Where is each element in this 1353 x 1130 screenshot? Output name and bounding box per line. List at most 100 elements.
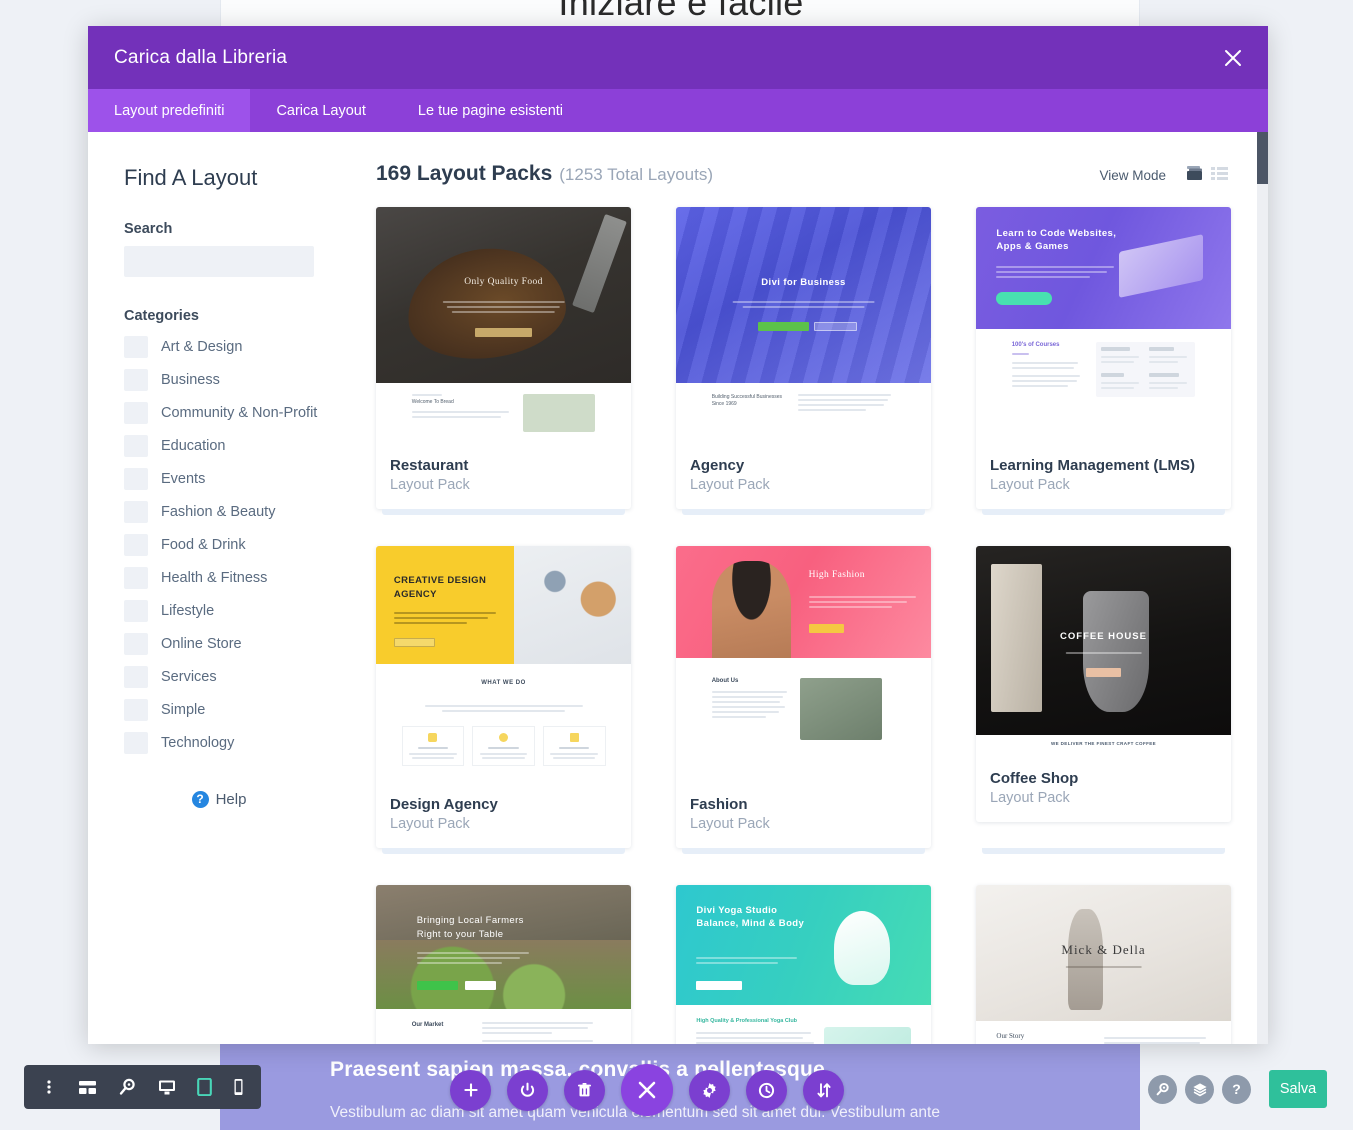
card-meta: Fashion Layout Pack xyxy=(676,784,931,848)
card-thumbnail: Divi Yoga Studio Balance, Mind & Body xyxy=(676,884,931,1005)
category-lifestyle[interactable]: Lifestyle xyxy=(124,594,370,627)
category-community-non-profit[interactable]: Community & Non-Profit xyxy=(124,396,370,429)
layout-pack-card-lms[interactable]: Learn to Code Websites, Apps & Games 100… xyxy=(976,206,1231,509)
card-stack-shadow xyxy=(982,847,1225,854)
save-button[interactable]: Salva xyxy=(1269,1070,1327,1108)
phone-view-icon[interactable] xyxy=(233,1078,244,1096)
category-business[interactable]: Business xyxy=(124,363,370,396)
close-builder-button[interactable] xyxy=(621,1064,673,1116)
category-education[interactable]: Education xyxy=(124,429,370,462)
card-thumbnail: Only Quality Food xyxy=(376,206,631,383)
category-fashion-beauty[interactable]: Fashion & Beauty xyxy=(124,495,370,528)
layout-pack-card-wrap: High Fashion About Us Fashion Layout Pac… xyxy=(676,545,931,854)
thumb-title: High Fashion xyxy=(808,570,865,581)
checkbox[interactable] xyxy=(124,566,148,589)
tab-carica-layout[interactable]: Carica Layout xyxy=(250,89,391,132)
desktop-view-icon[interactable] xyxy=(158,1079,176,1096)
more-options-icon[interactable] xyxy=(41,1079,57,1095)
search-input[interactable] xyxy=(124,246,314,277)
card-subtitle: Layout Pack xyxy=(990,476,1070,493)
category-label: Technology xyxy=(161,734,235,751)
category-food-drink[interactable]: Food & Drink xyxy=(124,528,370,561)
thumb-title: Divi Yoga Studio Balance, Mind & Body xyxy=(696,904,805,930)
category-label: Community & Non-Profit xyxy=(161,404,318,421)
category-online-store[interactable]: Online Store xyxy=(124,627,370,660)
grid-view-icon[interactable] xyxy=(1186,165,1203,187)
checkbox[interactable] xyxy=(124,467,148,490)
zoom-out-icon[interactable] xyxy=(118,1078,136,1096)
history-button[interactable] xyxy=(746,1069,787,1111)
layout-pack-card-restaurant[interactable]: Only Quality Food Welcome To Bread Resta… xyxy=(376,206,631,509)
checkbox[interactable] xyxy=(124,500,148,523)
card-thumbnail: Mick & Della xyxy=(976,884,1231,1021)
card-subtitle: Layout Pack xyxy=(690,815,770,832)
category-art-design[interactable]: Art & Design xyxy=(124,330,370,363)
help-label: Help xyxy=(215,791,247,808)
lower-title: Our Market xyxy=(411,1021,444,1028)
layout-pack-card-fashion[interactable]: High Fashion About Us Fashion Layout Pac… xyxy=(676,545,931,848)
tab-layout-predefiniti[interactable]: Layout predefiniti xyxy=(88,89,251,132)
card-title: Coffee Shop xyxy=(990,769,1079,787)
card-stack-shadow xyxy=(382,508,625,515)
view-mode-controls: View Mode xyxy=(1099,165,1228,187)
packs-count: 169 Layout Packs xyxy=(376,162,553,185)
category-label: Events xyxy=(161,470,206,487)
scrollbar-thumb[interactable] xyxy=(1257,132,1268,184)
thumb-title: Bringing Local Farmers Right to your Tab… xyxy=(416,915,524,940)
layout-pack-card-wrap: Divi for Business Building Successful Bu… xyxy=(676,206,931,515)
layout-pack-card-wedding[interactable]: Mick & Della Our Story xyxy=(976,884,1231,1044)
wireframe-view-icon[interactable] xyxy=(78,1079,97,1096)
list-view-icon[interactable] xyxy=(1211,165,1228,187)
card-title: Learning Management (LMS) xyxy=(990,456,1196,474)
tablet-view-icon[interactable] xyxy=(197,1078,212,1096)
add-section-button[interactable] xyxy=(450,1069,491,1111)
layout-pack-card-farmers-market[interactable]: Bringing Local Farmers Right to your Tab… xyxy=(376,884,631,1044)
category-label: Services xyxy=(161,668,217,685)
checkbox[interactable] xyxy=(124,632,148,655)
builder-center-buttons xyxy=(450,1060,910,1120)
layout-pack-card-coffee-shop[interactable]: COFFEE HOUSE WE DELIVER THE FINEST CRAFT… xyxy=(976,545,1231,822)
checkbox[interactable] xyxy=(124,533,148,556)
delete-button[interactable] xyxy=(564,1069,605,1111)
card-title: Restaurant xyxy=(390,456,469,474)
category-events[interactable]: Events xyxy=(124,462,370,495)
background-hero-title: Iniziare è facile xyxy=(558,0,804,23)
layout-packs-grid: Only Quality Food Welcome To Bread Resta… xyxy=(376,206,1231,1044)
card-thumbnail: High Fashion xyxy=(676,545,931,658)
layers-button[interactable] xyxy=(1185,1074,1214,1104)
layout-pack-card-yoga-studio[interactable]: Divi Yoga Studio Balance, Mind & Body Hi… xyxy=(676,884,931,1044)
category-services[interactable]: Services xyxy=(124,660,370,693)
sidebar-heading: Find A Layout xyxy=(124,165,258,190)
checkbox[interactable] xyxy=(124,434,148,457)
tab-le-tue-pagine-esistenti[interactable]: Le tue pagine esistenti xyxy=(392,89,589,132)
layout-pack-card-agency[interactable]: Divi for Business Building Successful Bu… xyxy=(676,206,931,509)
search-button[interactable] xyxy=(1148,1074,1177,1104)
checkbox[interactable] xyxy=(124,368,148,391)
checkbox[interactable] xyxy=(124,731,148,754)
thumb-title: Mick & Della xyxy=(1061,941,1146,957)
checkbox[interactable] xyxy=(124,698,148,721)
thumb-title: Only Quality Food xyxy=(464,276,543,287)
checkbox[interactable] xyxy=(124,599,148,622)
layout-pack-card-wrap: Only Quality Food Welcome To Bread Resta… xyxy=(376,206,631,515)
checkbox[interactable] xyxy=(124,665,148,688)
layout-pack-card-design-agency[interactable]: CREATIVE DESIGN AGENCY WHAT WE DO Design… xyxy=(376,545,631,848)
category-label: Food & Drink xyxy=(161,536,246,553)
card-stack-shadow xyxy=(682,847,925,854)
category-technology[interactable]: Technology xyxy=(124,726,370,759)
help-link[interactable]: ? Help xyxy=(124,791,314,808)
checkbox[interactable] xyxy=(124,401,148,424)
category-health-fitness[interactable]: Health & Fitness xyxy=(124,561,370,594)
checkbox[interactable] xyxy=(124,335,148,358)
close-icon[interactable] xyxy=(1220,45,1246,71)
toggle-builder-button[interactable] xyxy=(507,1069,548,1111)
help-button[interactable]: ? xyxy=(1222,1074,1251,1104)
thumb-title: CREATIVE DESIGN AGENCY xyxy=(393,574,487,601)
card-thumbnail: CREATIVE DESIGN AGENCY xyxy=(376,545,631,664)
sort-button[interactable] xyxy=(803,1069,844,1111)
category-simple[interactable]: Simple xyxy=(124,693,370,726)
card-subtitle: Layout Pack xyxy=(390,815,470,832)
scrollbar-track[interactable] xyxy=(1257,132,1268,1044)
settings-button[interactable] xyxy=(689,1069,730,1111)
layout-packs-panel: 169 Layout Packs (1253 Total Layouts) Vi… xyxy=(370,132,1268,1044)
